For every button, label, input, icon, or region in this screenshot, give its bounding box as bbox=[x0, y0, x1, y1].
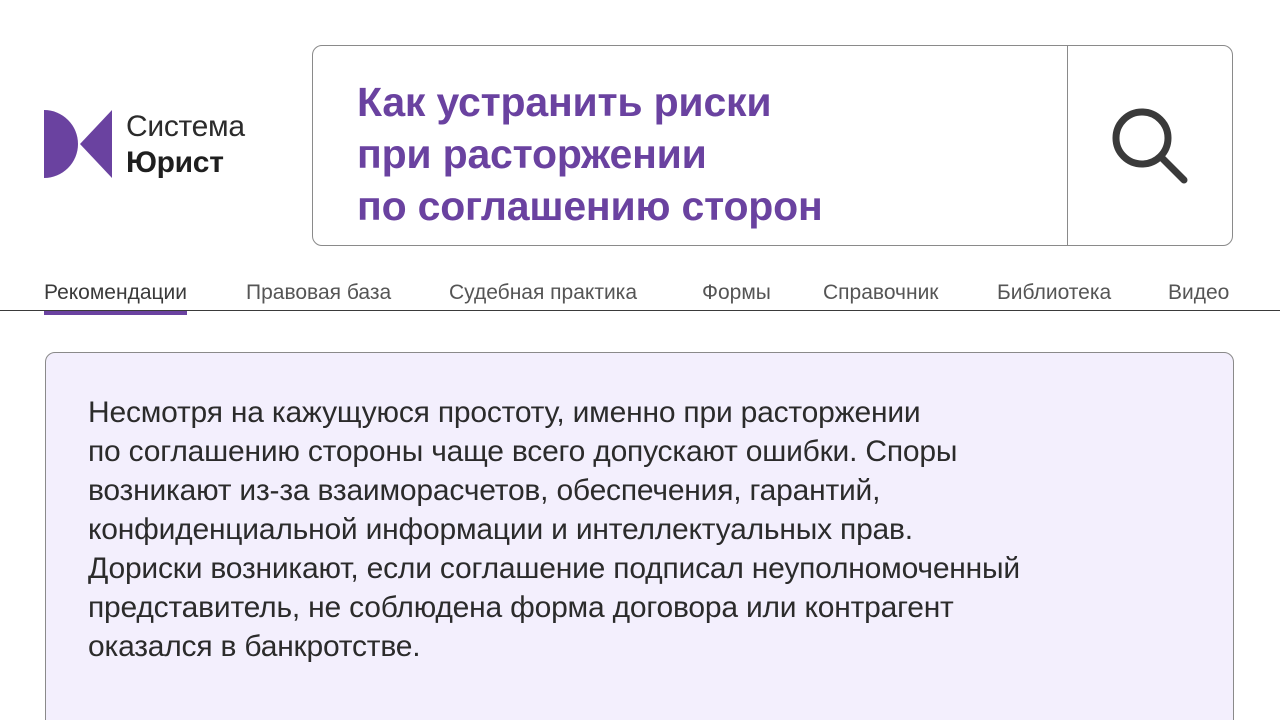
content-line: представитель, не соблюдена форма догово… bbox=[88, 591, 954, 624]
tab-video[interactable]: Видео bbox=[1168, 281, 1229, 315]
tab-forms[interactable]: Формы bbox=[702, 281, 771, 315]
content-card: Несмотря на кажущуюся простоту, именно п… bbox=[45, 352, 1234, 720]
content-line: конфиденциальной информации и интеллекту… bbox=[88, 513, 913, 546]
page: Система Юрист Как устранить риски при ра… bbox=[0, 0, 1280, 720]
tab-court-practice[interactable]: Судебная практика bbox=[449, 281, 637, 315]
content-line: оказался в банкротстве. bbox=[88, 630, 421, 663]
logo[interactable]: Система Юрист bbox=[44, 110, 245, 180]
content-line: Несмотря на кажущуюся простоту, именно п… bbox=[88, 396, 921, 429]
logo-title-line1: Система bbox=[126, 110, 245, 143]
tab-recommendations[interactable]: Рекомендации bbox=[44, 281, 188, 315]
logo-mark-icon bbox=[44, 110, 112, 178]
tab-bar: Рекомендации Правовая база Судебная прак… bbox=[0, 268, 1280, 315]
content-text: Несмотря на кажущуюся простоту, именно п… bbox=[88, 393, 1020, 666]
search-box[interactable]: Как устранить риски при расторжении по с… bbox=[312, 45, 1233, 246]
logo-title-line2: Юрист bbox=[126, 146, 224, 179]
tab-reference[interactable]: Справочник bbox=[823, 281, 939, 315]
content-line: возникают из-за взаиморасчетов, обеспече… bbox=[88, 474, 881, 507]
search-icon bbox=[1112, 108, 1188, 183]
search-input[interactable]: Как устранить риски при расторжении по с… bbox=[313, 46, 1067, 245]
content-line: по соглашению стороны чаще всего допуска… bbox=[88, 435, 958, 468]
search-query-line: Как устранить риски bbox=[357, 79, 772, 125]
search-button[interactable] bbox=[1067, 46, 1232, 245]
search-query-line: при расторжении bbox=[357, 131, 707, 177]
content-line: Дориски возникают, если соглашение подпи… bbox=[88, 552, 1020, 585]
search-query-line: по соглашению сторон bbox=[357, 183, 823, 229]
logo-text: Система Юрист bbox=[126, 112, 245, 178]
tab-legal-base[interactable]: Правовая база bbox=[246, 281, 391, 315]
tab-library[interactable]: Библиотека bbox=[997, 281, 1111, 315]
